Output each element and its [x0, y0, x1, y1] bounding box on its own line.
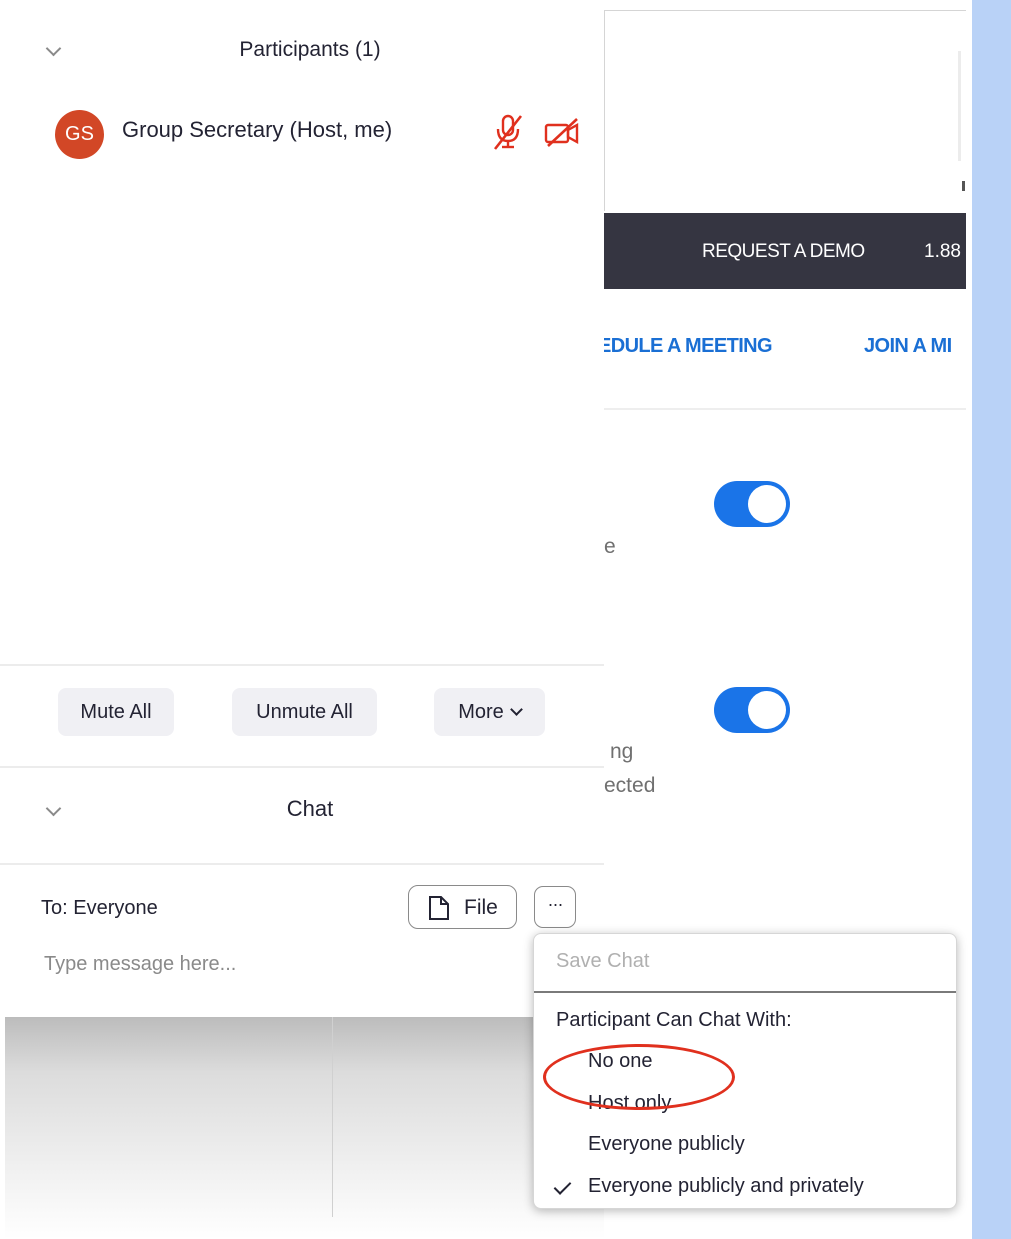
- checkmark-icon: [553, 1177, 572, 1195]
- setting-label-fragment: ng: [610, 740, 634, 763]
- divider: [0, 863, 604, 865]
- setting-label-fragment: e: [604, 535, 616, 558]
- setting-label-fragment: ected: [604, 774, 656, 797]
- webpage-header-area: [604, 10, 966, 211]
- window-shadow: [0, 1017, 604, 1239]
- webpage-top-bar: REQUEST A DEMO 1.88: [604, 213, 966, 289]
- avatar: GS: [55, 110, 104, 159]
- file-button[interactable]: File: [408, 885, 517, 929]
- annotation-circle: [543, 1044, 735, 1110]
- mic-muted-icon[interactable]: [492, 113, 526, 151]
- chat-more-options-button[interactable]: ···: [534, 886, 576, 928]
- file-icon: [429, 896, 449, 920]
- meeting-side-panel: Participants (1) GS Group Secretary (Hos…: [0, 0, 604, 1017]
- more-button-label: More: [458, 701, 504, 723]
- setting-toggle[interactable]: [714, 687, 790, 733]
- divider: [0, 664, 604, 666]
- divider: [0, 766, 604, 768]
- phone-number: 1.88: [924, 241, 961, 262]
- request-demo-link[interactable]: REQUEST A DEMO: [702, 241, 865, 263]
- chat-title: Chat: [286, 796, 334, 821]
- file-button-label: File: [464, 896, 498, 919]
- unmute-all-button[interactable]: Unmute All: [232, 688, 377, 736]
- video-off-icon[interactable]: [543, 116, 581, 148]
- chat-permission-everyone-public-private[interactable]: Everyone publicly and privately: [588, 1175, 864, 1198]
- chat-recipient-selector[interactable]: To: Everyone: [41, 897, 158, 920]
- participant-name: Group Secretary (Host, me): [122, 117, 393, 142]
- save-chat-menu-item[interactable]: Save Chat: [556, 950, 649, 973]
- join-meeting-link[interactable]: JOIN A MI: [864, 335, 952, 358]
- more-button[interactable]: More: [434, 688, 545, 736]
- participants-title: Participants (1): [239, 38, 381, 61]
- mute-all-button[interactable]: Mute All: [58, 688, 174, 736]
- webpage-nav: EDULE A MEETING JOIN A MI: [604, 330, 966, 370]
- chevron-down-icon: [509, 703, 523, 716]
- chat-message-input[interactable]: [40, 946, 518, 982]
- divider: [604, 408, 966, 410]
- setting-toggle[interactable]: [714, 481, 790, 527]
- desktop-background: [972, 0, 1011, 1239]
- menu-divider: [534, 991, 956, 993]
- chat-permission-everyone-public[interactable]: Everyone publicly: [588, 1133, 745, 1156]
- chat-permission-header: Participant Can Chat With:: [556, 1009, 792, 1031]
- schedule-meeting-link[interactable]: EDULE A MEETING: [604, 335, 773, 358]
